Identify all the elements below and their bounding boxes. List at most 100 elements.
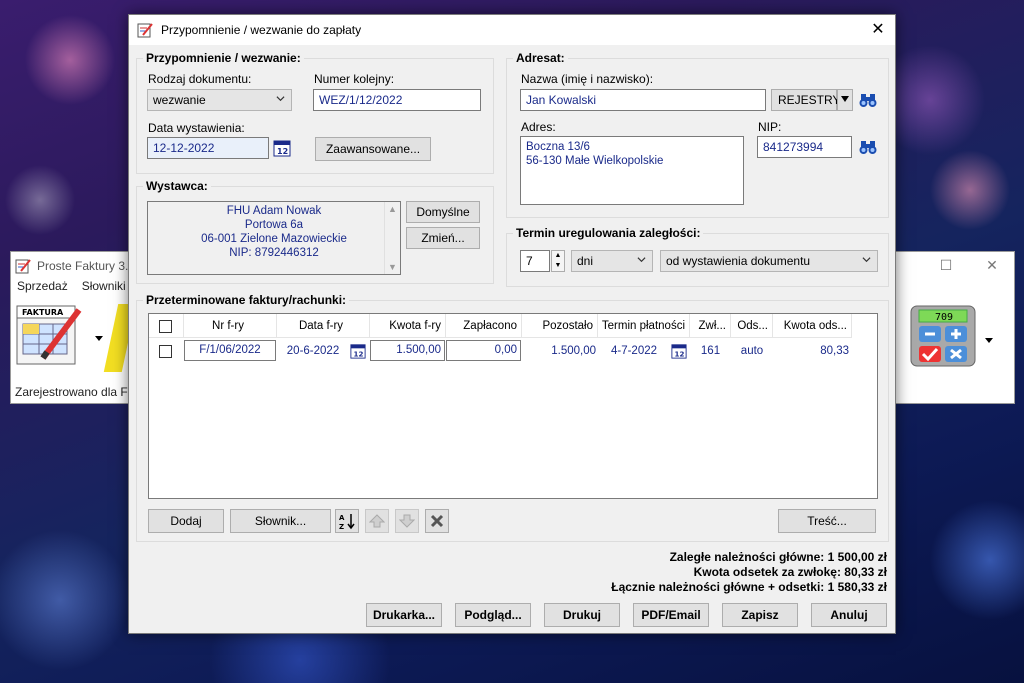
svg-text:12: 12 <box>675 349 685 358</box>
nip-label: NIP: <box>758 120 782 134</box>
dialog-title: Przypomnienie / wezwanie do zapłaty <box>161 23 362 37</box>
registered-text: Zarejestrowano dla F <box>15 385 128 399</box>
svg-text:12: 12 <box>277 147 288 156</box>
column-header[interactable]: Nr f-ry <box>184 314 277 338</box>
issuer-scrollbar[interactable]: ▲ ▼ <box>384 202 400 274</box>
chevron-down-icon <box>862 257 871 263</box>
preview-button[interactable]: Podgląd... <box>455 603 531 627</box>
summary-total: Łącznie należności główne + odsetki: 1 5… <box>611 580 887 594</box>
faktura-label: FAKTURA <box>22 308 64 317</box>
chevron-down-icon <box>637 257 646 263</box>
issuer-line: 06-001 Zielone Mazowieckie <box>201 233 347 245</box>
column-header[interactable]: Zwł... <box>690 314 731 338</box>
move-down-icon[interactable] <box>395 509 419 533</box>
registers-dropdown-icon <box>841 96 849 102</box>
change-button[interactable]: Zmień... <box>406 227 480 249</box>
calendar-icon[interactable]: 12 <box>671 343 687 359</box>
background-app-title: Proste Faktury 3.8 <box>37 259 136 273</box>
number-input[interactable]: WEZ/1/12/2022 <box>313 89 481 111</box>
calendar-icon[interactable]: 12 <box>350 343 366 359</box>
issuer-line: NIP: 8792446312 <box>229 247 319 259</box>
reminder-dialog: Przypomnienie / wezwanie do zapłaty ✕ Pr… <box>128 14 896 634</box>
column-header[interactable]: Data f-ry <box>277 314 370 338</box>
binoculars-icon[interactable] <box>857 89 879 111</box>
reminder-group-title: Przypomnienie / wezwanie: <box>143 51 304 65</box>
term-from-value: od wystawienia dokumentu <box>666 254 811 268</box>
invoice-delay-cell: 161 <box>700 345 721 357</box>
save-button[interactable]: Zapisz <box>722 603 798 627</box>
app-logo-icon <box>15 259 31 274</box>
invoice-due-cell: 4-7-2022 <box>610 345 658 357</box>
column-header[interactable]: Kwota ods... <box>773 314 852 338</box>
name-label: Nazwa (imię i nazwisko): <box>521 72 654 86</box>
registers-dropdown-button[interactable] <box>837 89 853 111</box>
invoice-number-cell[interactable]: F/1/06/2022 <box>184 340 276 361</box>
sort-icon[interactable]: AZ <box>335 509 359 533</box>
svg-text:Z: Z <box>339 523 344 530</box>
dialog-close-icon[interactable]: ✕ <box>867 19 889 41</box>
doc-type-select[interactable]: wezwanie <box>147 89 292 111</box>
chevron-down-icon <box>276 96 285 102</box>
cancel-button[interactable]: Anuluj <box>811 603 887 627</box>
spin-up-icon[interactable]: ▲ <box>552 251 564 261</box>
calendar-icon[interactable]: 12 <box>271 137 293 159</box>
default-button[interactable]: Domyślne <box>406 201 480 223</box>
invoice-remaining-cell: 1.500,00 <box>551 345 596 357</box>
doc-type-value: wezwanie <box>153 93 206 107</box>
add-button[interactable]: Dodaj <box>148 509 224 533</box>
doc-type-label: Rodzaj dokumentu: <box>148 72 252 86</box>
term-unit-select[interactable]: dni <box>571 250 653 272</box>
advanced-button[interactable]: Zaawansowane... <box>315 137 431 161</box>
move-up-icon[interactable] <box>365 509 389 533</box>
tile-dropdown-icon[interactable] <box>95 336 103 341</box>
column-header[interactable]: Kwota f-ry <box>370 314 446 338</box>
svg-text:12: 12 <box>354 349 364 358</box>
term-from-select[interactable]: od wystawienia dokumentu <box>660 250 878 272</box>
name-input[interactable]: Jan Kowalski <box>520 89 766 111</box>
term-group-title: Termin uregulowania zaległości: <box>513 226 704 240</box>
invoice-interest-type-cell: auto <box>740 345 764 357</box>
svg-text:A: A <box>339 514 345 522</box>
calculator-tile-icon[interactable]: 709 <box>905 302 977 370</box>
content-button[interactable]: Treść... <box>778 509 876 533</box>
calc-dropdown-icon[interactable] <box>985 338 993 343</box>
registers-button[interactable]: REJESTRY <box>771 89 840 111</box>
issuer-group-title: Wystawca: <box>143 179 211 193</box>
column-header[interactable]: Pozostało <box>522 314 598 338</box>
menu-item-slowniki[interactable]: Słowniki <box>82 279 126 293</box>
print-button[interactable]: Drukuj <box>544 603 620 627</box>
scroll-up-icon[interactable]: ▲ <box>385 202 400 216</box>
maximize-icon[interactable]: ☐ <box>931 254 961 276</box>
background-app-titlebar: Proste Faktury 3.8 <box>15 256 135 276</box>
close-icon[interactable]: ✕ <box>977 254 1007 276</box>
pdf-email-button[interactable]: PDF/Email <box>633 603 709 627</box>
issue-date-input[interactable]: 12-12-2022 <box>147 137 269 159</box>
invoice-paid-cell[interactable]: 0,00 <box>446 340 521 361</box>
delete-icon[interactable] <box>425 509 449 533</box>
term-days-input[interactable]: 7 <box>520 250 550 272</box>
term-unit-value: dni <box>577 254 594 268</box>
column-header[interactable]: Termin płatności <box>598 314 690 338</box>
dialog-logo-icon <box>137 23 153 38</box>
issuer-line: Portowa 6a <box>244 219 304 231</box>
term-days-spinner[interactable]: ▲ ▼ <box>551 250 565 272</box>
scroll-down-icon[interactable]: ▼ <box>385 260 400 274</box>
column-header[interactable]: Zapłacono <box>446 314 522 338</box>
dictionary-button[interactable]: Słownik... <box>230 509 331 533</box>
column-header[interactable]: Ods... <box>731 314 773 338</box>
printer-button[interactable]: Drukarka... <box>366 603 442 627</box>
nip-input[interactable]: 841273994 <box>757 136 852 158</box>
invoice-tile-icon[interactable]: FAKTURA <box>15 302 87 370</box>
select-all-checkbox[interactable] <box>159 320 172 333</box>
issuer-line: FHU Adam Nowak <box>226 205 322 217</box>
invoices-table: Nr f-ry Data f-ry Kwota f-ry Zapłacono P… <box>148 313 878 499</box>
dialog-titlebar: Przypomnienie / wezwanie do zapłaty ✕ <box>129 15 895 45</box>
spin-down-icon[interactable]: ▼ <box>552 261 564 271</box>
address-textarea[interactable]: Boczna 13/6 56-130 Małe Wielkopolskie <box>520 136 744 205</box>
invoice-interest-cell: 80,33 <box>820 345 849 357</box>
row-checkbox[interactable] <box>159 345 172 358</box>
menu-item-sprzedaz[interactable]: Sprzedaż <box>17 279 68 293</box>
invoice-amount-cell[interactable]: 1.500,00 <box>370 340 445 361</box>
binoculars-icon[interactable] <box>857 136 879 158</box>
svg-text:709: 709 <box>935 312 953 323</box>
